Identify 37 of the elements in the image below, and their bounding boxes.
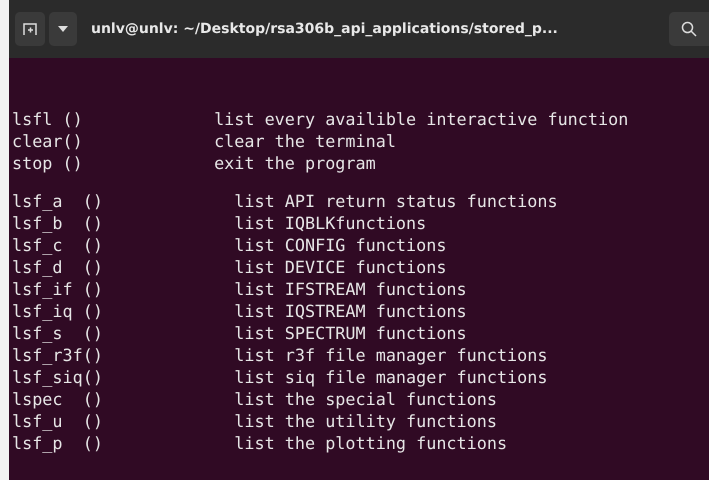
search-button[interactable] <box>669 12 709 46</box>
command-text: lsf_p () <box>12 433 103 453</box>
command-text: lsf_siq() <box>12 367 103 387</box>
description-text: list siq file manager functions <box>234 366 548 388</box>
description-text: exit the program <box>214 152 376 174</box>
description-text: list CONFIG functions <box>234 234 446 256</box>
description-text: list the utility functions <box>234 410 497 432</box>
window-title: unlv@unlv: ~/Desktop/rsa306b_api_applications/stored_p... <box>90 21 559 37</box>
search-icon <box>681 21 697 37</box>
command-text: lsf_r3f() <box>12 345 103 365</box>
new-tab-icon <box>23 22 37 36</box>
description-text: list every availible interactive function <box>214 108 628 130</box>
description-text: list the plotting functions <box>234 432 508 454</box>
command-text: lsf_a () <box>12 191 103 211</box>
description-text: list IQBLKfunctions <box>234 212 426 234</box>
description-text: list IFSTREAM functions <box>234 278 467 300</box>
command-text: stop () <box>12 153 83 173</box>
command-text: lsf_if () <box>12 279 103 299</box>
command-text: lsf_iq () <box>12 301 103 321</box>
command-text: lsf_s () <box>12 323 103 343</box>
command-text: lspec () <box>12 389 103 409</box>
description-text: list SPECTRUM functions <box>234 322 467 344</box>
command-text: lsfl () <box>12 109 83 129</box>
command-text: clear() <box>12 131 83 151</box>
description-text: list IQSTREAM functions <box>234 300 467 322</box>
description-text: list DEVICE functions <box>234 256 446 278</box>
menu-dropdown-button[interactable] <box>49 12 77 46</box>
description-text: clear the terminal <box>214 130 396 152</box>
command-text: lsf_d () <box>12 257 103 277</box>
command-text: lsf_c () <box>12 235 103 255</box>
command-text: lsf_u () <box>12 411 103 431</box>
command-text: lsf_b () <box>12 213 103 233</box>
caret-icon <box>58 26 68 32</box>
description-text: list API return status functions <box>234 190 558 212</box>
description-text: list r3f file manager functions <box>234 344 548 366</box>
new-tab-button[interactable] <box>15 12 45 46</box>
description-text: list the special functions <box>234 388 497 410</box>
